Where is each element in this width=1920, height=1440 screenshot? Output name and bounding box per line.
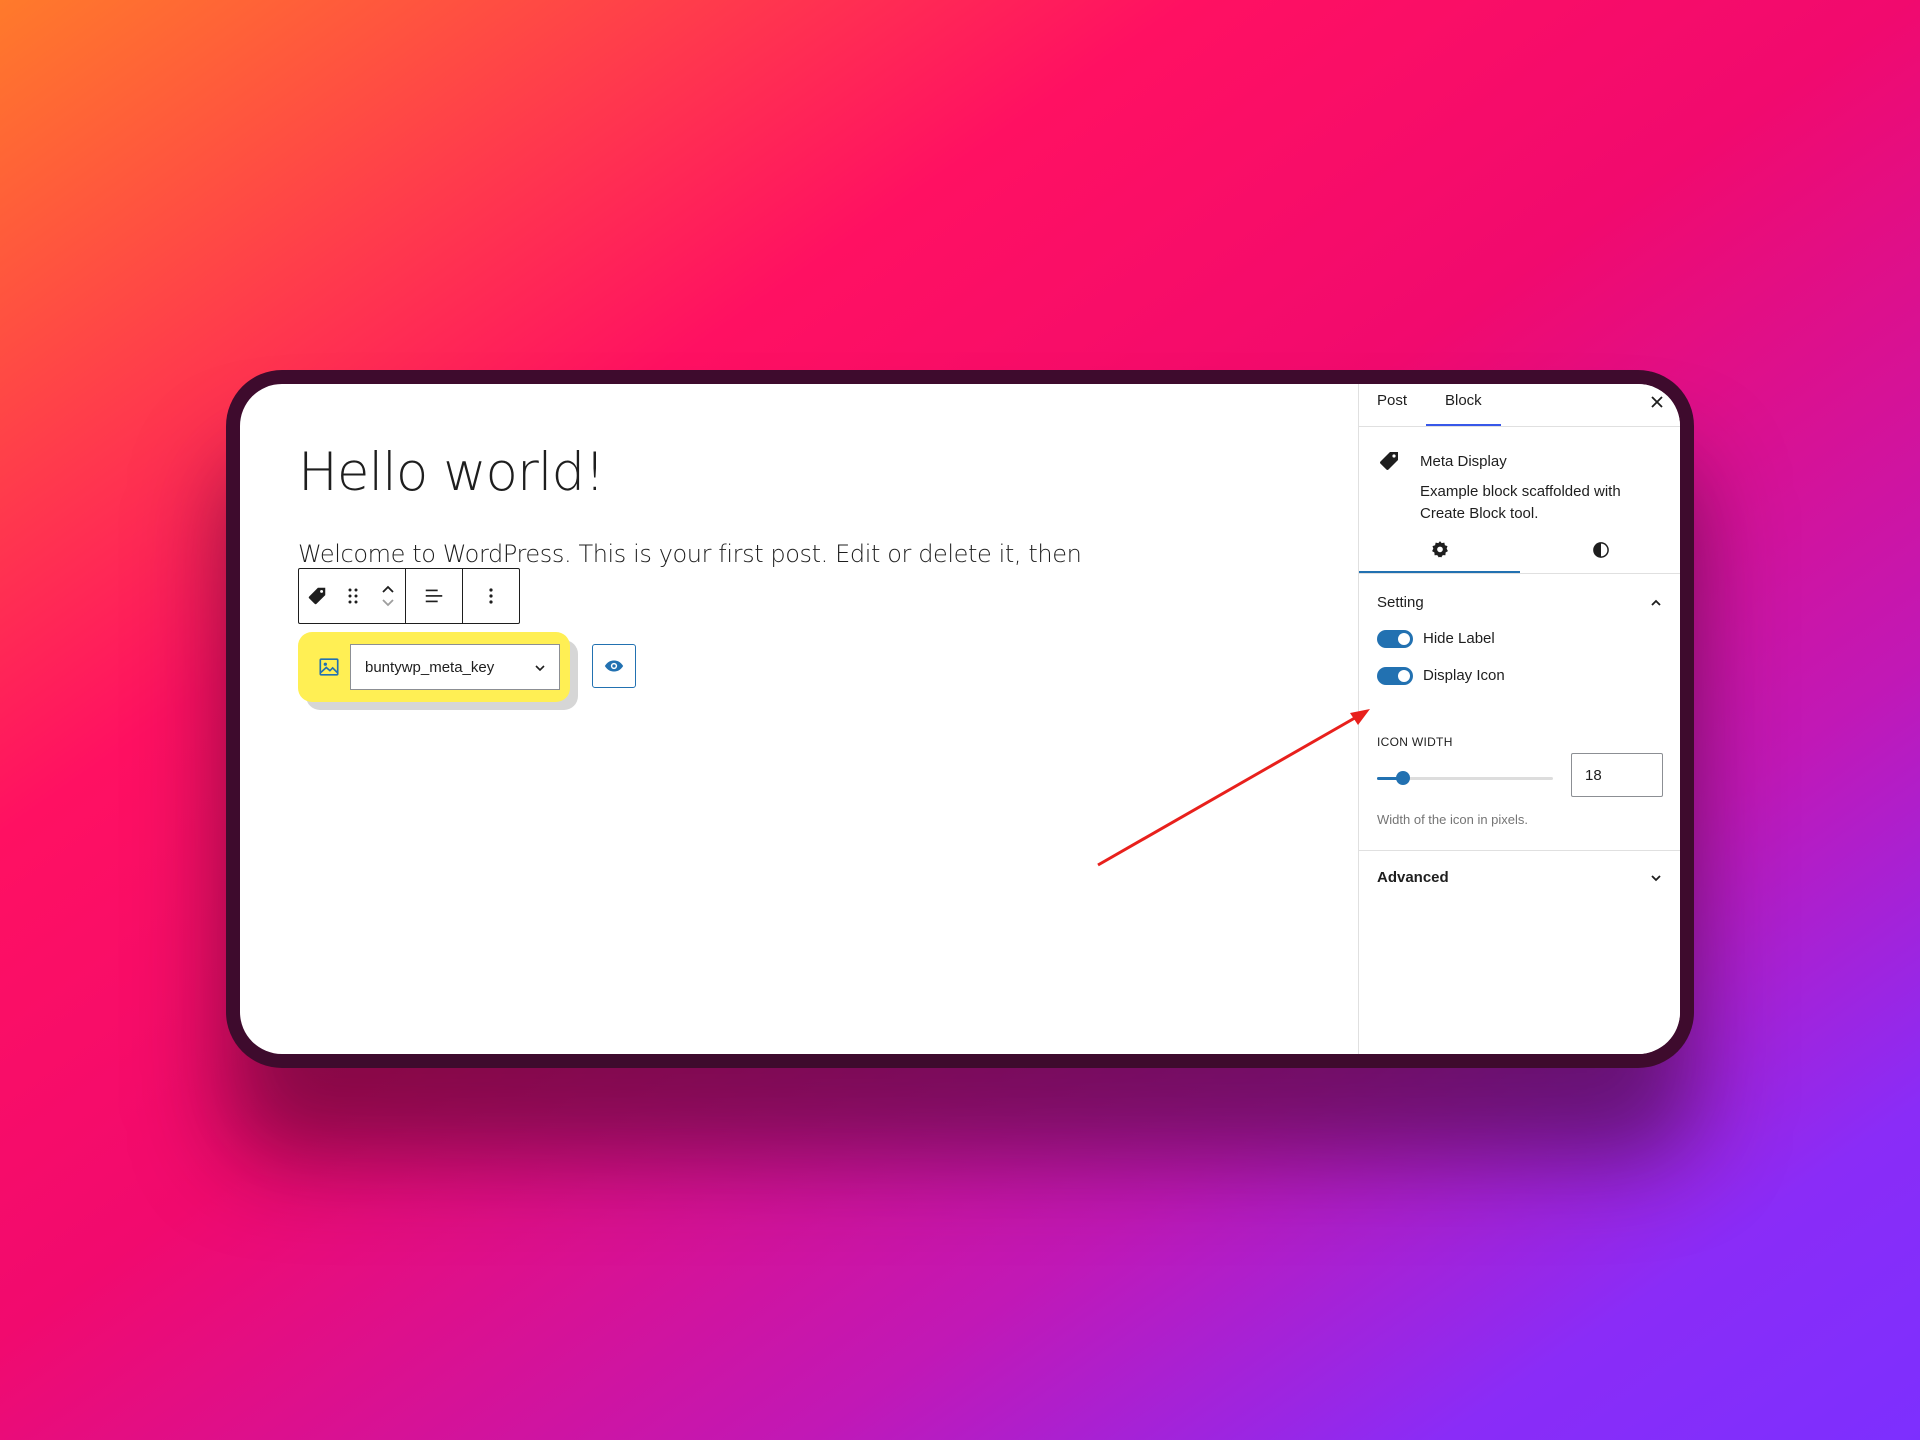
display-icon-text: Display Icon [1423, 667, 1505, 684]
block-inspector-tabs [1359, 527, 1680, 574]
panel-divider [1359, 850, 1680, 851]
icon-width-value: 18 [1585, 766, 1602, 784]
align-left-icon [425, 589, 443, 603]
tab-settings[interactable] [1359, 527, 1520, 573]
icon-width-help: Width of the icon in pixels. [1377, 812, 1529, 827]
drag-handle-icon [348, 588, 358, 604]
drag-handle[interactable] [335, 569, 371, 623]
toolbar-group-options [463, 569, 519, 623]
chevron-up-icon[interactable] [380, 583, 396, 595]
hide-label-text: Hide Label [1423, 630, 1495, 647]
tab-post[interactable]: Post [1377, 392, 1407, 409]
device-frame: Hello world! Welcome to WordPress. This … [226, 370, 1694, 1068]
block-mover [371, 569, 405, 623]
block-type-button[interactable] [299, 569, 335, 623]
tag-icon [308, 587, 326, 605]
block-toolbar [298, 568, 520, 624]
more-vertical-icon [489, 588, 493, 604]
setting-panel-title: Setting [1377, 594, 1424, 611]
settings-icon [1431, 541, 1448, 558]
block-card: Meta Display Example block scaffolded wi… [1359, 427, 1680, 527]
align-button[interactable] [406, 569, 462, 623]
block-card-description: Example block scaffolded with Create Blo… [1420, 483, 1621, 522]
chevron-down-icon[interactable] [1649, 871, 1663, 885]
chevron-down-icon [535, 665, 545, 672]
post-paragraph[interactable]: Welcome to WordPress. This is your first… [298, 540, 1082, 568]
editor-canvas[interactable]: Hello world! Welcome to WordPress. This … [240, 384, 1358, 1054]
toolbar-group-block [299, 569, 406, 623]
editor-screen: Hello world! Welcome to WordPress. This … [240, 384, 1680, 1054]
tab-block[interactable]: Block [1445, 392, 1482, 409]
image-icon [319, 658, 339, 676]
post-title[interactable]: Hello world! [298, 442, 605, 503]
active-tab-indicator [1426, 424, 1501, 426]
icon-width-slider-thumb[interactable] [1396, 771, 1411, 785]
meta-display-block[interactable]: buntywp_meta_key [298, 632, 570, 702]
display-icon-row: Display Icon [1359, 661, 1680, 698]
styles-icon [1592, 542, 1609, 558]
icon-width-slider[interactable] [1377, 771, 1553, 785]
hide-label-row: Hide Label [1359, 624, 1680, 661]
settings-sidebar: Post Block Meta Display Example block sc… [1358, 384, 1680, 1054]
meta-key-select-value: buntywp_meta_key [365, 658, 495, 676]
preview-toggle-button[interactable] [592, 644, 636, 688]
advanced-panel-title[interactable]: Advanced [1377, 869, 1449, 886]
icon-width-input[interactable]: 18 [1571, 753, 1663, 797]
sidebar-tabs: Post Block [1359, 384, 1680, 427]
icon-width-label: ICON WIDTH [1377, 735, 1453, 749]
close-icon[interactable] [1647, 392, 1667, 412]
block-card-title: Meta Display [1420, 453, 1507, 470]
toolbar-group-align [406, 569, 463, 623]
options-button[interactable] [463, 569, 519, 623]
setting-panel-header[interactable]: Setting [1359, 574, 1680, 624]
tag-icon [1380, 452, 1398, 470]
chevron-down-icon[interactable] [380, 597, 396, 609]
chevron-up-icon [1651, 599, 1661, 606]
eye-icon [604, 660, 624, 672]
hide-label-toggle[interactable] [1377, 630, 1413, 648]
tab-styles[interactable] [1520, 527, 1680, 573]
meta-key-select[interactable]: buntywp_meta_key [350, 644, 560, 690]
display-icon-toggle[interactable] [1377, 667, 1413, 685]
